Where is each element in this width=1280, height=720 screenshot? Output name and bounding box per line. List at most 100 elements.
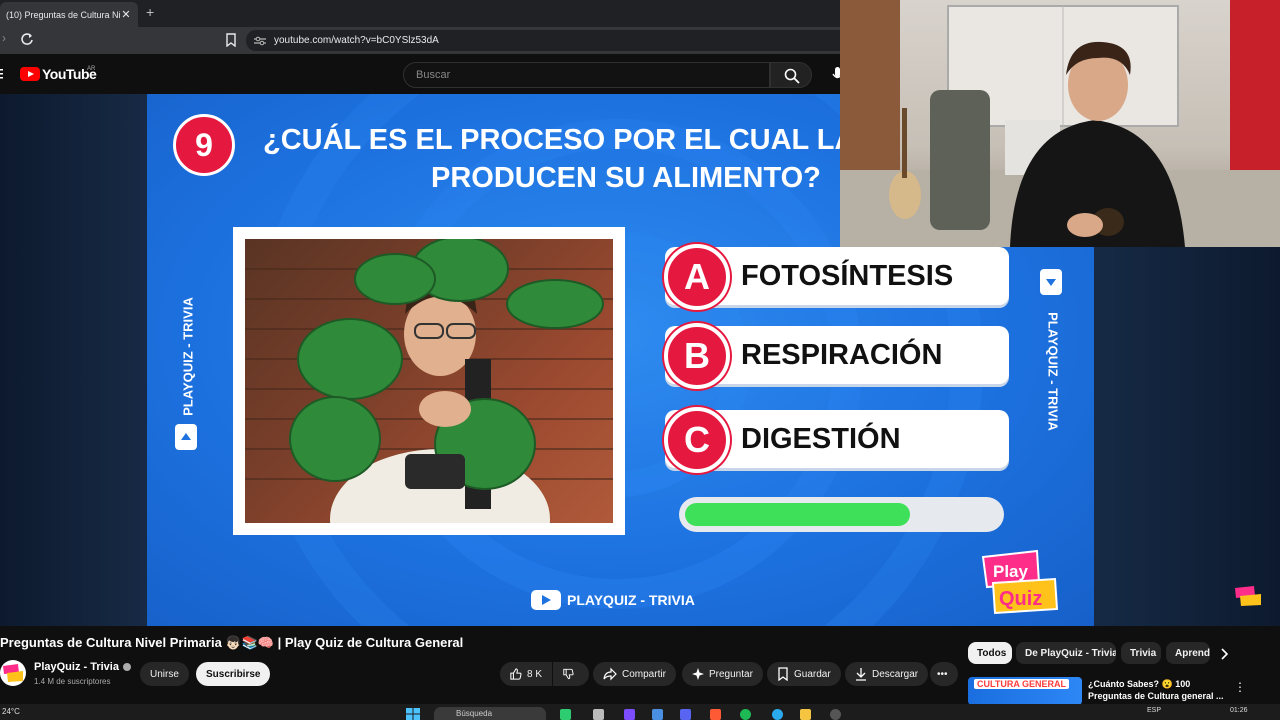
more-actions-button[interactable]: ••• [930,662,958,686]
app-icon[interactable] [560,709,571,720]
youtube-header: YouTube AR Buscar [0,54,840,94]
browser-tab[interactable]: (10) Preguntas de Cultura Nivel ✕ [0,2,138,27]
like-count: 8 K [526,668,542,680]
answer-letter-c: C [664,407,730,473]
new-tab-button[interactable]: + [146,4,154,20]
save-button[interactable]: Guardar [767,662,841,686]
country-code: AR [87,66,96,72]
recommendation-thumbnail[interactable]: CULTURA GENERAL [968,677,1082,705]
like-button[interactable]: 8 K [500,662,552,686]
answer-letter-b: B [664,323,730,389]
brand-footer-text: PLAYQUIZ - TRIVIA [567,592,695,608]
app-icon[interactable] [624,709,635,720]
microphone-icon[interactable] [828,66,840,84]
quiz-image-frame [233,227,625,535]
download-button[interactable]: Descargar [845,662,929,686]
subscribe-button[interactable]: Suscribirse [196,662,271,686]
chip-trivia[interactable]: Trivia [1121,642,1161,664]
save-label: Guardar [794,668,831,680]
tab-title: (10) Preguntas de Cultura Nivel [6,9,120,20]
recommendation-title[interactable]: ¿Cuánto Sabes? 😮 100 Preguntas de Cultur… [1088,678,1228,702]
side-label-right: PLAYQUIZ - TRIVIA [1040,264,1062,454]
weather-widget[interactable]: 24°C [2,707,20,716]
language-indicator[interactable]: ESP [1147,707,1161,714]
chip-learn[interactable]: Aprend [1166,642,1210,664]
verified-icon [122,663,131,672]
side-label-right-text: PLAYQUIZ - TRIVIA [1045,312,1061,431]
save-icon [778,667,788,681]
channel-avatar[interactable] [0,660,26,686]
menu-icon[interactable] [0,68,3,80]
close-icon[interactable]: ✕ [120,8,132,21]
answer-option-a: A FOTOSÍNTESIS [664,244,1009,310]
taskbar-search[interactable]: Búsqueda [434,707,546,720]
app-icon[interactable] [680,709,691,720]
man-with-plant-illustration [245,239,613,523]
app-icon[interactable] [830,709,841,720]
download-label: Descargar [872,668,919,680]
share-label: Compartir [622,668,666,680]
logo-quiz-text: Quiz [999,588,1042,610]
browser-tab-bar: (10) Preguntas de Cultura Nivel ✕ + [0,0,840,27]
spotify-icon[interactable] [740,709,751,720]
thumbs-up-icon [510,668,522,680]
url-text: youtube.com/watch?v=bC0YSlz53dA [274,35,439,46]
dislike-button[interactable] [553,662,589,686]
brand-footer: PLAYQUIZ - TRIVIA [531,590,695,610]
address-bar[interactable]: youtube.com/watch?v=bC0YSlz53dA [246,30,840,51]
task-view-icon[interactable] [593,709,604,720]
chip-playquiz[interactable]: De PlayQuiz - Trivia [1016,642,1116,664]
logo-play-text: Play [993,562,1029,581]
channel-name[interactable]: PlayQuiz - Trivia [34,661,131,673]
youtube-icon [531,590,561,610]
sparkle-icon [692,668,704,680]
search-button[interactable] [770,62,812,88]
question-text-line2: PRODUCEN SU ALIMENTO? [431,162,821,194]
bookmark-icon[interactable] [225,33,237,47]
answer-text-c: DIGESTIÓN [741,423,901,455]
answer-letter-a: A [664,244,730,310]
timer-bar-fill [685,503,911,526]
clock[interactable]: 01:26 [1230,707,1248,714]
youtube-play-icon [20,67,40,81]
side-label-left: PLAYQUIZ - TRIVIA [175,264,197,454]
site-info-icon[interactable] [254,36,266,46]
join-button[interactable]: Unirse [140,662,189,686]
more-options-icon[interactable]: ⋮ [1234,680,1246,694]
browser-toolbar: › youtube.com/watch?v=bC0YSlz53dA [0,27,840,54]
answer-option-c: C DIGESTIÓN [664,407,1009,473]
subscriber-count: 1.4 M de suscriptores [34,677,111,686]
webcam-feed-image [840,0,1280,247]
folder-icon[interactable] [800,709,811,720]
search-icon [784,68,800,84]
windows-start-icon[interactable] [406,708,420,720]
search-input[interactable]: Buscar [403,62,770,88]
youtube-play-icon [175,424,197,450]
recommendation-title-line2: Preguntas de Cultura general ... [1088,691,1224,701]
recommendation-thumb-text: CULTURA GENERAL [974,679,1069,689]
ask-button[interactable]: Preguntar [682,662,763,686]
chevron-right-icon[interactable] [1218,648,1230,660]
timer-bar [679,497,1004,532]
taskbar: 24°C Búsqueda ESP 01:26 [0,704,1280,720]
browser-icon[interactable] [710,709,721,720]
channel-name-text: PlayQuiz - Trivia [34,661,119,673]
quiz-image [245,239,613,523]
answer-option-b: B RESPIRACIÓN [664,323,1009,389]
answer-text-a: FOTOSÍNTESIS [741,260,954,292]
webcam-overlay [840,0,1280,247]
ask-label: Preguntar [709,668,753,680]
answer-text-b: RESPIRACIÓN [741,339,943,371]
channel-watermark-logo[interactable] [1234,585,1262,607]
share-button[interactable]: Compartir [593,662,676,686]
app-icon[interactable] [652,709,663,720]
youtube-logo[interactable]: YouTube [20,66,97,82]
screen: (10) Preguntas de Cultura Nivel ✕ + › yo… [0,0,1280,720]
telegram-icon[interactable] [772,709,783,720]
chip-all[interactable]: Todos [968,642,1012,664]
recommendation-title-line1: ¿Cuánto Sabes? 😮 100 [1088,679,1191,689]
side-label-left-text: PLAYQUIZ - TRIVIA [180,297,196,416]
playquiz-logo: Play Quiz [981,549,1059,615]
reload-icon[interactable] [20,32,34,46]
forward-icon[interactable]: › [2,31,6,45]
